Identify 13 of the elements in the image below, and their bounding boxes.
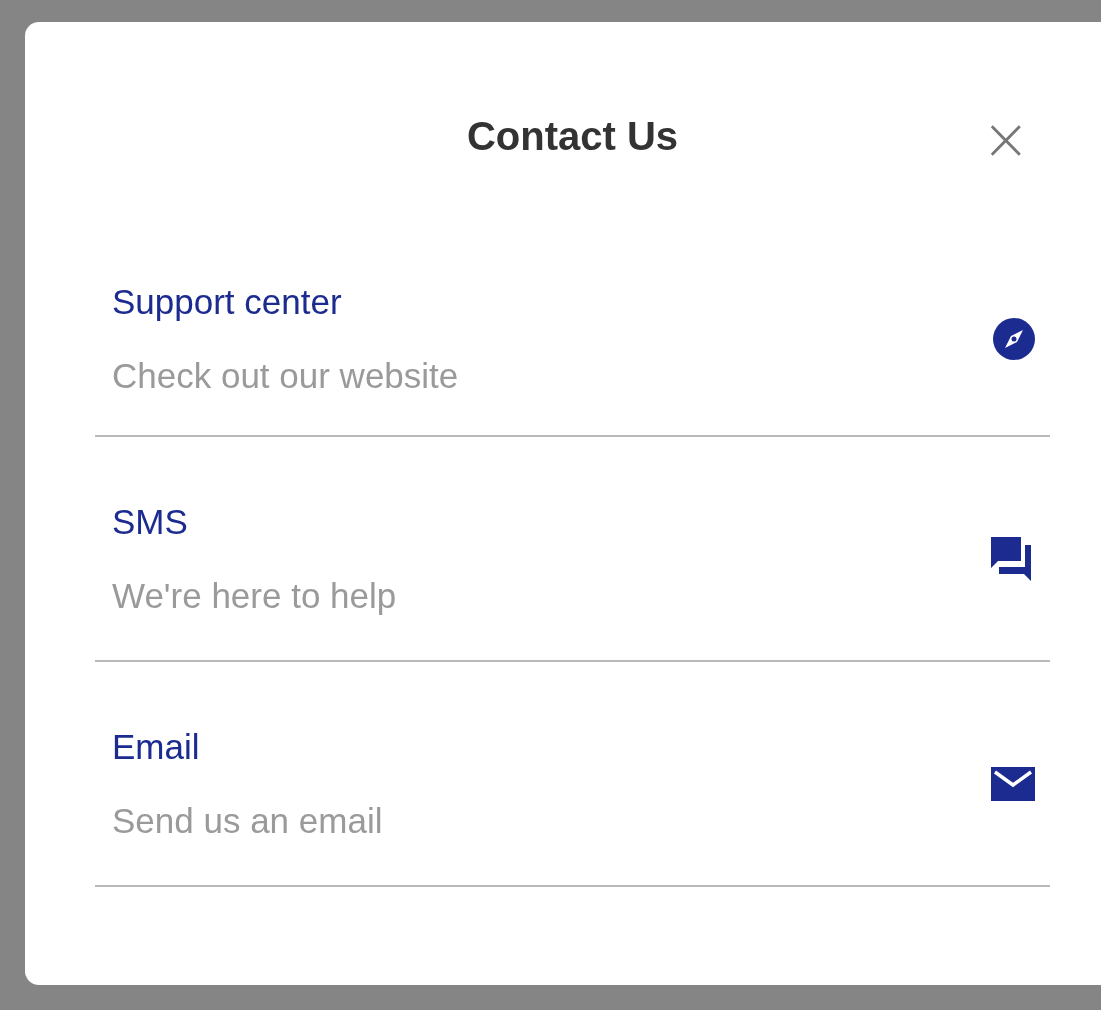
option-label: Email	[112, 726, 201, 767]
contact-option[interactable]: Support center Check out our website	[95, 242, 1050, 437]
option-description: We're here to help	[112, 575, 397, 616]
option-label: SMS	[112, 501, 189, 542]
close-button[interactable]: ×	[981, 110, 1030, 168]
contact-option[interactable]: Email Send us an email	[95, 682, 1050, 887]
contact-option[interactable]: SMS We're here to help	[95, 457, 1050, 662]
envelope-icon	[991, 766, 1035, 801]
dialog-title: Contact Us	[466, 114, 679, 159]
option-description: Check out our website	[112, 355, 459, 396]
compass-icon	[993, 317, 1035, 360]
option-label: Support center	[112, 281, 343, 322]
option-description: Send us an email	[112, 800, 383, 841]
